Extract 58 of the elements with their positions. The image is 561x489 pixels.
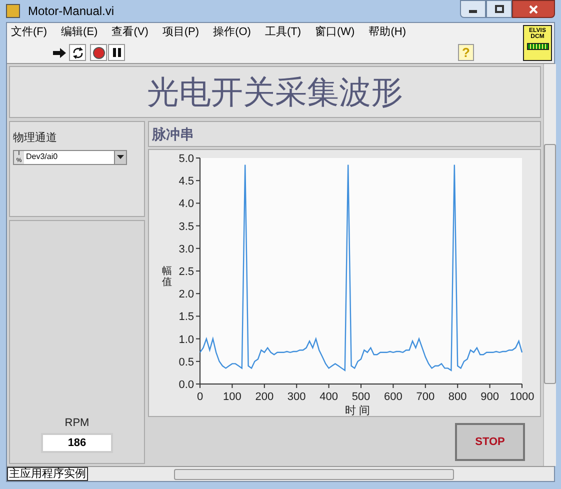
x-tick-label: 0 <box>196 391 204 403</box>
y-tick-label: 0.0 <box>178 379 194 391</box>
y-tick-label: 4.5 <box>178 176 194 188</box>
y-tick-label: 3.5 <box>178 220 194 233</box>
menu-item[interactable]: 帮助(H) <box>368 24 406 41</box>
menu-item[interactable]: 文件(F) <box>11 24 48 41</box>
x-tick-label: 1000 <box>510 391 534 403</box>
restore-icon <box>494 5 504 13</box>
menu-item[interactable]: 编辑(E) <box>61 24 98 41</box>
y-axis-label: 幅值 <box>162 266 172 288</box>
y-tick-label: 1.5 <box>178 311 194 324</box>
x-tick-label: 400 <box>320 391 338 403</box>
abort-button[interactable] <box>90 44 107 61</box>
bars-icon <box>526 43 548 50</box>
context-label: 主应用程序实例 <box>7 467 88 481</box>
app-icon <box>6 4 20 18</box>
minimize-button[interactable] <box>460 0 486 18</box>
x-tick-label: 200 <box>255 391 274 403</box>
window-title: Motor-Manual.vi <box>28 3 114 20</box>
x-tick-label: 900 <box>480 391 499 403</box>
menu-item[interactable]: 工具(T) <box>264 24 301 41</box>
vertical-scrollbar[interactable] <box>543 64 556 466</box>
stop-button[interactable]: STOP <box>455 423 525 461</box>
panel-title: 光电开关采集波形 <box>147 73 403 112</box>
run-continuously-button[interactable] <box>69 44 86 61</box>
minimize-icon <box>469 10 477 13</box>
arrow-icon <box>53 48 67 58</box>
y-tick-label: 3.0 <box>178 243 194 256</box>
menu-item[interactable]: 项目(P) <box>162 24 200 41</box>
y-tick-label: 5.0 <box>178 153 194 165</box>
graph-title: 脉冲串 <box>152 124 194 144</box>
scroll-thumb[interactable] <box>544 144 556 384</box>
x-tick-label: 700 <box>416 391 435 403</box>
close-button[interactable] <box>512 0 555 18</box>
menu-item[interactable]: 窗口(W) <box>315 24 355 41</box>
y-tick-label: 4.0 <box>178 198 194 210</box>
stop-icon <box>92 46 104 58</box>
x-axis-label: 时 间 <box>345 404 370 419</box>
pause-button[interactable] <box>108 44 125 61</box>
y-tick-label: 2.5 <box>178 266 194 278</box>
x-tick-label: 600 <box>384 391 402 403</box>
menu-item[interactable]: 查看(V) <box>112 24 148 41</box>
x-tick-label: 500 <box>352 391 370 403</box>
close-icon <box>529 4 538 14</box>
scroll-thumb[interactable] <box>174 468 454 480</box>
maximize-button[interactable] <box>486 0 512 18</box>
y-tick-label: 1.0 <box>178 334 194 346</box>
x-tick-label: 800 <box>448 391 467 403</box>
x-tick-label: 300 <box>287 391 306 403</box>
rpm-label: RPM <box>64 416 90 430</box>
cycle-arrows-icon <box>72 46 84 58</box>
y-tick-label: 2.0 <box>178 288 194 301</box>
pause-icon <box>112 48 120 57</box>
rpm-display: 186 <box>41 433 113 453</box>
x-tick-label: 100 <box>223 391 242 403</box>
menu-item[interactable]: 操作(O) <box>213 24 251 41</box>
channel-label: 物理通道 <box>13 130 58 146</box>
y-tick-label: 0.5 <box>178 356 194 368</box>
